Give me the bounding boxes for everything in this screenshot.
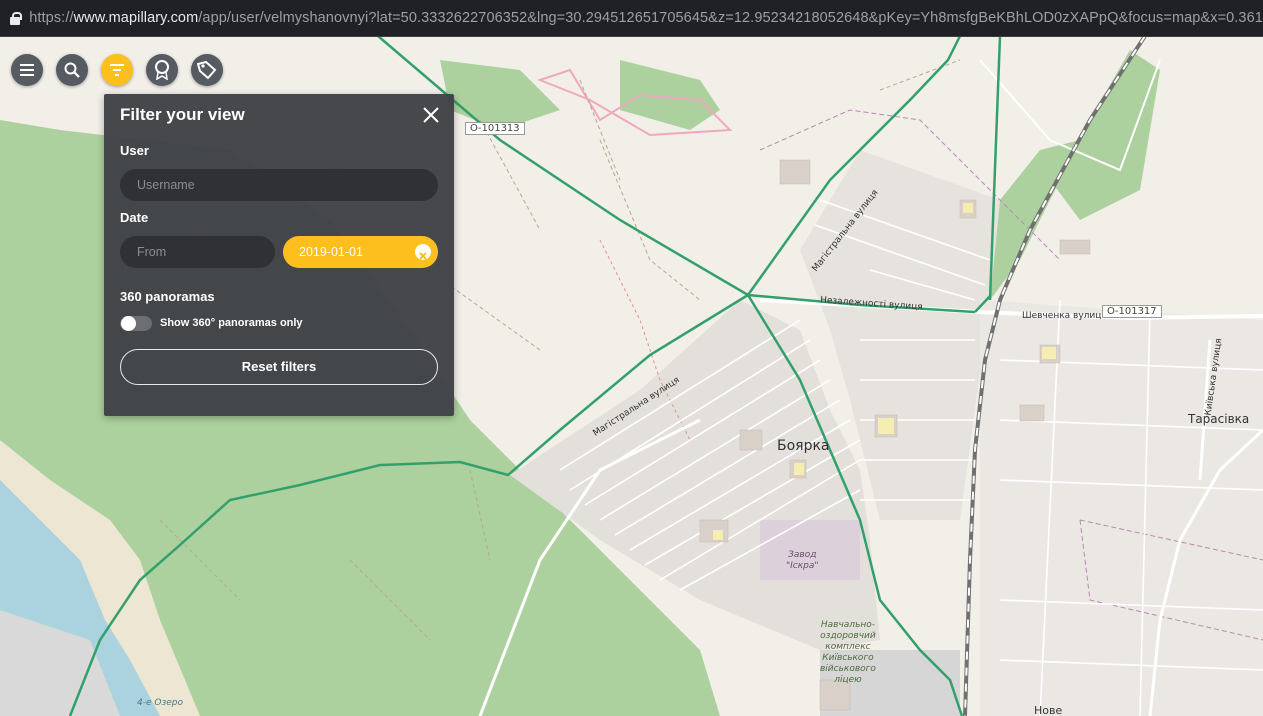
menu-button[interactable] — [11, 54, 43, 86]
menu-icon — [20, 64, 34, 76]
town-label-tarasivka: Тарасівка — [1188, 412, 1250, 426]
panoramas-toggle[interactable] — [120, 316, 152, 331]
panel-title: Filter your view — [120, 105, 245, 124]
road-shield: О-101313 — [465, 122, 525, 135]
search-button[interactable] — [56, 54, 88, 86]
factory-label: Завод "Іскра" — [786, 550, 819, 571]
road-shield: О-101317 — [1102, 305, 1162, 318]
user-badge-icon — [155, 60, 169, 80]
tag-button[interactable] — [191, 54, 223, 86]
reset-filters-button[interactable]: Reset filters — [120, 349, 438, 385]
close-icon — [423, 107, 439, 123]
panoramas-toggle-label: Show 360° panoramas only — [160, 317, 303, 329]
date-from-input[interactable] — [120, 236, 275, 268]
date-label: Date — [120, 210, 149, 225]
complex-label: Навчально-оздоровчий комплекс Київського ві… — [820, 620, 876, 685]
url-text[interactable]: https://www.mapillary.com/app/user/velmy… — [29, 10, 1263, 26]
lake-label: 4-е Озеро — [137, 698, 183, 708]
user-button[interactable] — [146, 54, 178, 86]
user-label: User — [120, 143, 149, 158]
place-label: Нове — [1034, 704, 1063, 716]
clear-date-button[interactable] — [415, 244, 431, 260]
browser-address-bar[interactable]: https://www.mapillary.com/app/user/velmy… — [0, 0, 1263, 37]
search-icon — [64, 62, 80, 78]
street-label: Шевченка вулиця — [1022, 311, 1107, 321]
tag-icon — [197, 61, 217, 79]
town-label-boyarka: Боярка — [777, 438, 830, 454]
date-to-value: 2019-01-01 — [299, 245, 363, 259]
filter-button[interactable] — [101, 54, 133, 86]
close-button[interactable] — [422, 106, 440, 124]
filter-icon — [110, 64, 124, 76]
filter-panel: Filter your view User Date 2019-01-01 36… — [104, 94, 454, 416]
username-input[interactable] — [120, 169, 438, 201]
clear-icon — [419, 252, 427, 260]
map-controls — [11, 54, 223, 86]
panoramas-label: 360 panoramas — [120, 289, 215, 304]
lock-icon — [9, 11, 22, 25]
date-to-input[interactable]: 2019-01-01 — [283, 236, 438, 268]
toggle-knob — [121, 316, 136, 331]
